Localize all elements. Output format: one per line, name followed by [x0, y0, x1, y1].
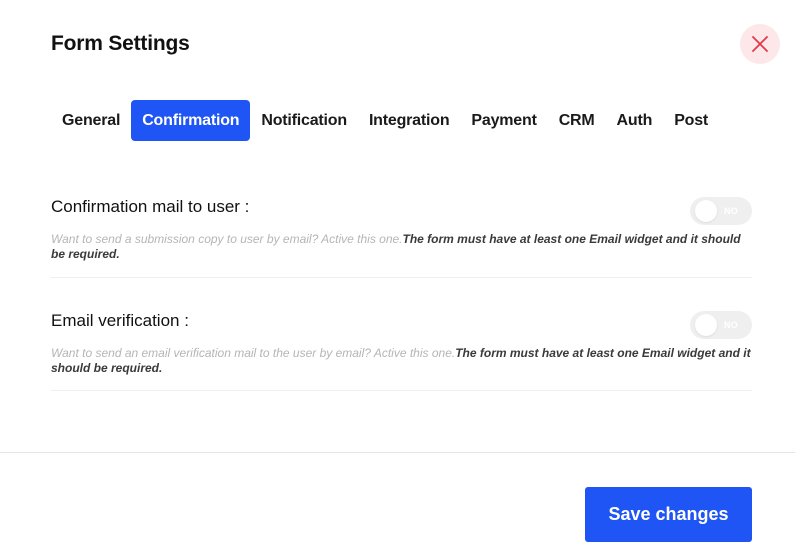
save-changes-button[interactable]: Save changes: [585, 487, 752, 542]
close-button[interactable]: [740, 24, 780, 64]
tab-integration[interactable]: Integration: [358, 100, 460, 141]
toggle-knob: [695, 200, 717, 222]
confirmation-mail-toggle[interactable]: NO: [690, 197, 752, 225]
toggle-knob: [695, 314, 717, 336]
tab-auth[interactable]: Auth: [606, 100, 664, 141]
tab-payment[interactable]: Payment: [460, 100, 547, 141]
tab-notification[interactable]: Notification: [250, 100, 358, 141]
tab-confirmation[interactable]: Confirmation: [131, 100, 251, 141]
confirmation-mail-setting: Confirmation mail to user : NO Want to s…: [51, 196, 752, 278]
confirmation-mail-description: Want to send a submission copy to user b…: [51, 232, 752, 262]
footer-divider: [0, 452, 795, 453]
form-settings-modal: Form Settings General Confirmation Notif…: [0, 0, 795, 552]
email-verification-description: Want to send an email verification mail …: [51, 346, 752, 376]
tab-post[interactable]: Post: [663, 100, 719, 141]
confirmation-mail-label: Confirmation mail to user :: [51, 197, 250, 216]
tab-crm[interactable]: CRM: [548, 100, 606, 141]
modal-title: Form Settings: [51, 32, 190, 55]
description-text: Want to send an email verification mail …: [51, 346, 456, 360]
tab-general[interactable]: General: [51, 100, 131, 141]
email-verification-toggle[interactable]: NO: [690, 311, 752, 339]
email-verification-setting: Email verification : NO Want to send an …: [51, 310, 752, 391]
toggle-state-text: NO: [724, 206, 739, 216]
toggle-state-text: NO: [724, 320, 739, 330]
settings-tabs: General Confirmation Notification Integr…: [51, 100, 719, 141]
email-verification-label: Email verification :: [51, 311, 189, 330]
description-text: Want to send a submission copy to user b…: [51, 232, 403, 246]
close-x-icon: [752, 36, 768, 52]
